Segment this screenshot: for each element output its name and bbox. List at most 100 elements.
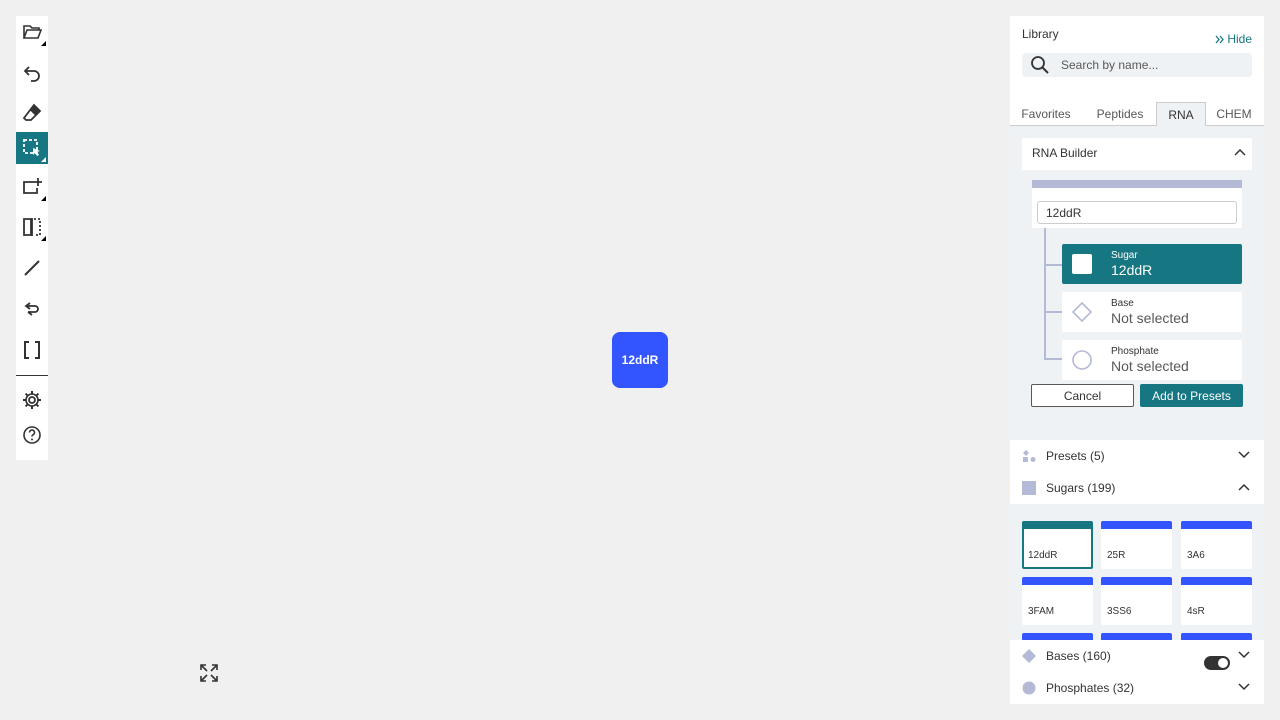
select-rectangle-button[interactable] xyxy=(16,132,48,164)
add-monomer-icon xyxy=(23,178,42,194)
settings-button[interactable] xyxy=(16,384,48,416)
sugar-card-label: 12ddR xyxy=(1028,550,1058,561)
tree-branch xyxy=(1044,358,1062,360)
sugar-square-icon xyxy=(1072,254,1092,274)
fullscreen-icon[interactable] xyxy=(199,663,219,683)
search-icon xyxy=(1031,56,1049,74)
help-icon xyxy=(23,426,41,444)
sugar-card[interactable]: 3A6 xyxy=(1181,521,1252,569)
chevron-down-icon xyxy=(1238,651,1250,659)
sugar-card-label: 4sR xyxy=(1187,606,1205,617)
library-panel: Library Hide Favorites Peptides RNA CHEM… xyxy=(1010,16,1264,704)
sugar-card[interactable] xyxy=(1181,633,1252,640)
single-bond-icon xyxy=(24,260,40,276)
search-input[interactable] xyxy=(1061,58,1241,72)
rna-builder-body: Sugar 12ddR Base Not selected Phosphate … xyxy=(1022,170,1252,428)
sugar-card[interactable]: 3SS6 xyxy=(1101,577,1172,625)
sugar-card[interactable]: 4sR xyxy=(1181,577,1252,625)
toolbar-divider xyxy=(16,375,48,376)
rna-builder-section: RNA Builder Sugar 12ddR Base No xyxy=(1010,126,1264,440)
base-diamond-icon xyxy=(1022,649,1036,663)
canvas-sugar-monomer[interactable]: 12ddR xyxy=(612,332,668,388)
presets-icon xyxy=(1023,450,1036,462)
library-search[interactable] xyxy=(1022,53,1252,77)
tab-peptides[interactable]: Peptides xyxy=(1094,102,1146,126)
undo-icon xyxy=(23,66,40,82)
preset-name-input[interactable] xyxy=(1037,201,1237,224)
sugar-slot[interactable]: Sugar 12ddR xyxy=(1062,244,1242,284)
curved-bond-button[interactable] xyxy=(16,293,48,325)
eraser-icon xyxy=(22,103,42,121)
eraser-button[interactable] xyxy=(16,97,48,129)
sugar-square-icon xyxy=(1022,481,1036,495)
dropdown-corner-icon xyxy=(41,196,46,201)
base-slot[interactable]: Base Not selected xyxy=(1062,292,1242,332)
brackets-button[interactable] xyxy=(16,334,48,366)
tree-branch xyxy=(1044,264,1062,266)
rna-builder-title[interactable]: RNA Builder xyxy=(1032,146,1097,160)
open-file-icon xyxy=(22,25,42,39)
open-file-button[interactable] xyxy=(16,16,48,48)
sugar-slot-value: 12ddR xyxy=(1111,262,1153,278)
dropdown-corner-icon xyxy=(41,236,46,241)
select-rectangle-icon xyxy=(23,139,40,156)
bases-accordion[interactable]: Bases (160) xyxy=(1010,640,1264,672)
sugar-card[interactable]: 12ddR xyxy=(1022,521,1093,569)
dropdown-corner-icon xyxy=(41,41,46,46)
sugar-card[interactable]: 25R xyxy=(1101,521,1172,569)
sugar-card-label: 3SS6 xyxy=(1107,606,1132,617)
phosphate-circle-icon xyxy=(1022,681,1036,695)
single-bond-button[interactable] xyxy=(16,252,48,284)
sugar-card[interactable]: 3FAM xyxy=(1022,577,1093,625)
monomer-label: 12ddR xyxy=(621,353,659,367)
flip-icon xyxy=(23,218,41,236)
tree-line xyxy=(1044,228,1046,360)
flip-button[interactable] xyxy=(16,211,48,243)
base-slot-label: Base xyxy=(1111,298,1134,309)
sugar-card-label: 3FAM xyxy=(1028,606,1055,617)
chevron-up-icon[interactable] xyxy=(1234,148,1246,156)
presets-accordion[interactable]: Presets (5) xyxy=(1010,440,1264,472)
tree-branch xyxy=(1044,311,1062,313)
sugars-grid: 12ddR 25R 3A6 3FAM 3SS6 4sR xyxy=(1010,504,1264,640)
base-diamond-icon xyxy=(1072,302,1092,322)
tab-favorites[interactable]: Favorites xyxy=(1021,102,1071,126)
chevron-down-icon xyxy=(1238,451,1250,459)
chevron-down-icon xyxy=(1238,683,1250,691)
phosphate-slot-label: Phosphate xyxy=(1111,346,1159,357)
double-chevron-right-icon xyxy=(1215,35,1225,43)
hide-label: Hide xyxy=(1227,32,1252,46)
cancel-button[interactable]: Cancel xyxy=(1031,384,1134,407)
dropdown-corner-icon xyxy=(41,157,46,162)
left-toolbar xyxy=(16,16,48,460)
tab-chem[interactable]: CHEM xyxy=(1214,102,1254,126)
sugars-accordion[interactable]: Sugars (199) xyxy=(1010,472,1264,504)
library-title: Library xyxy=(1022,27,1059,41)
brackets-icon xyxy=(24,341,40,359)
sugar-slot-label: Sugar xyxy=(1111,250,1138,261)
base-slot-value: Not selected xyxy=(1111,310,1189,326)
settings-icon xyxy=(23,391,41,409)
phosphates-label: Phosphates (32) xyxy=(1046,681,1135,695)
sugar-card-label: 3A6 xyxy=(1187,550,1205,561)
toggle-switch[interactable] xyxy=(1204,656,1230,670)
phosphate-slot[interactable]: Phosphate Not selected xyxy=(1062,340,1242,380)
undo-button[interactable] xyxy=(16,56,48,88)
library-tabs: Favorites Peptides RNA CHEM xyxy=(1010,102,1264,127)
add-to-presets-button[interactable]: Add to Presets xyxy=(1140,384,1243,407)
rna-builder: RNA Builder Sugar 12ddR Base No xyxy=(1022,138,1252,428)
chevron-up-icon xyxy=(1238,483,1250,491)
phosphate-circle-icon xyxy=(1072,350,1092,370)
tab-rna[interactable]: RNA xyxy=(1156,102,1206,127)
phosphates-accordion[interactable]: Phosphates (32) xyxy=(1010,672,1264,704)
sugar-card[interactable] xyxy=(1101,633,1172,640)
presets-label: Presets (5) xyxy=(1046,449,1105,463)
sugar-card-label: 25R xyxy=(1107,550,1126,561)
bases-label: Bases (160) xyxy=(1046,649,1111,663)
add-monomer-button[interactable] xyxy=(16,171,48,203)
hide-library-button[interactable]: Hide xyxy=(1215,32,1252,46)
sugar-card[interactable] xyxy=(1022,633,1093,640)
help-button[interactable] xyxy=(16,419,48,451)
curved-bond-icon xyxy=(24,302,39,316)
phosphate-slot-value: Not selected xyxy=(1111,358,1189,374)
